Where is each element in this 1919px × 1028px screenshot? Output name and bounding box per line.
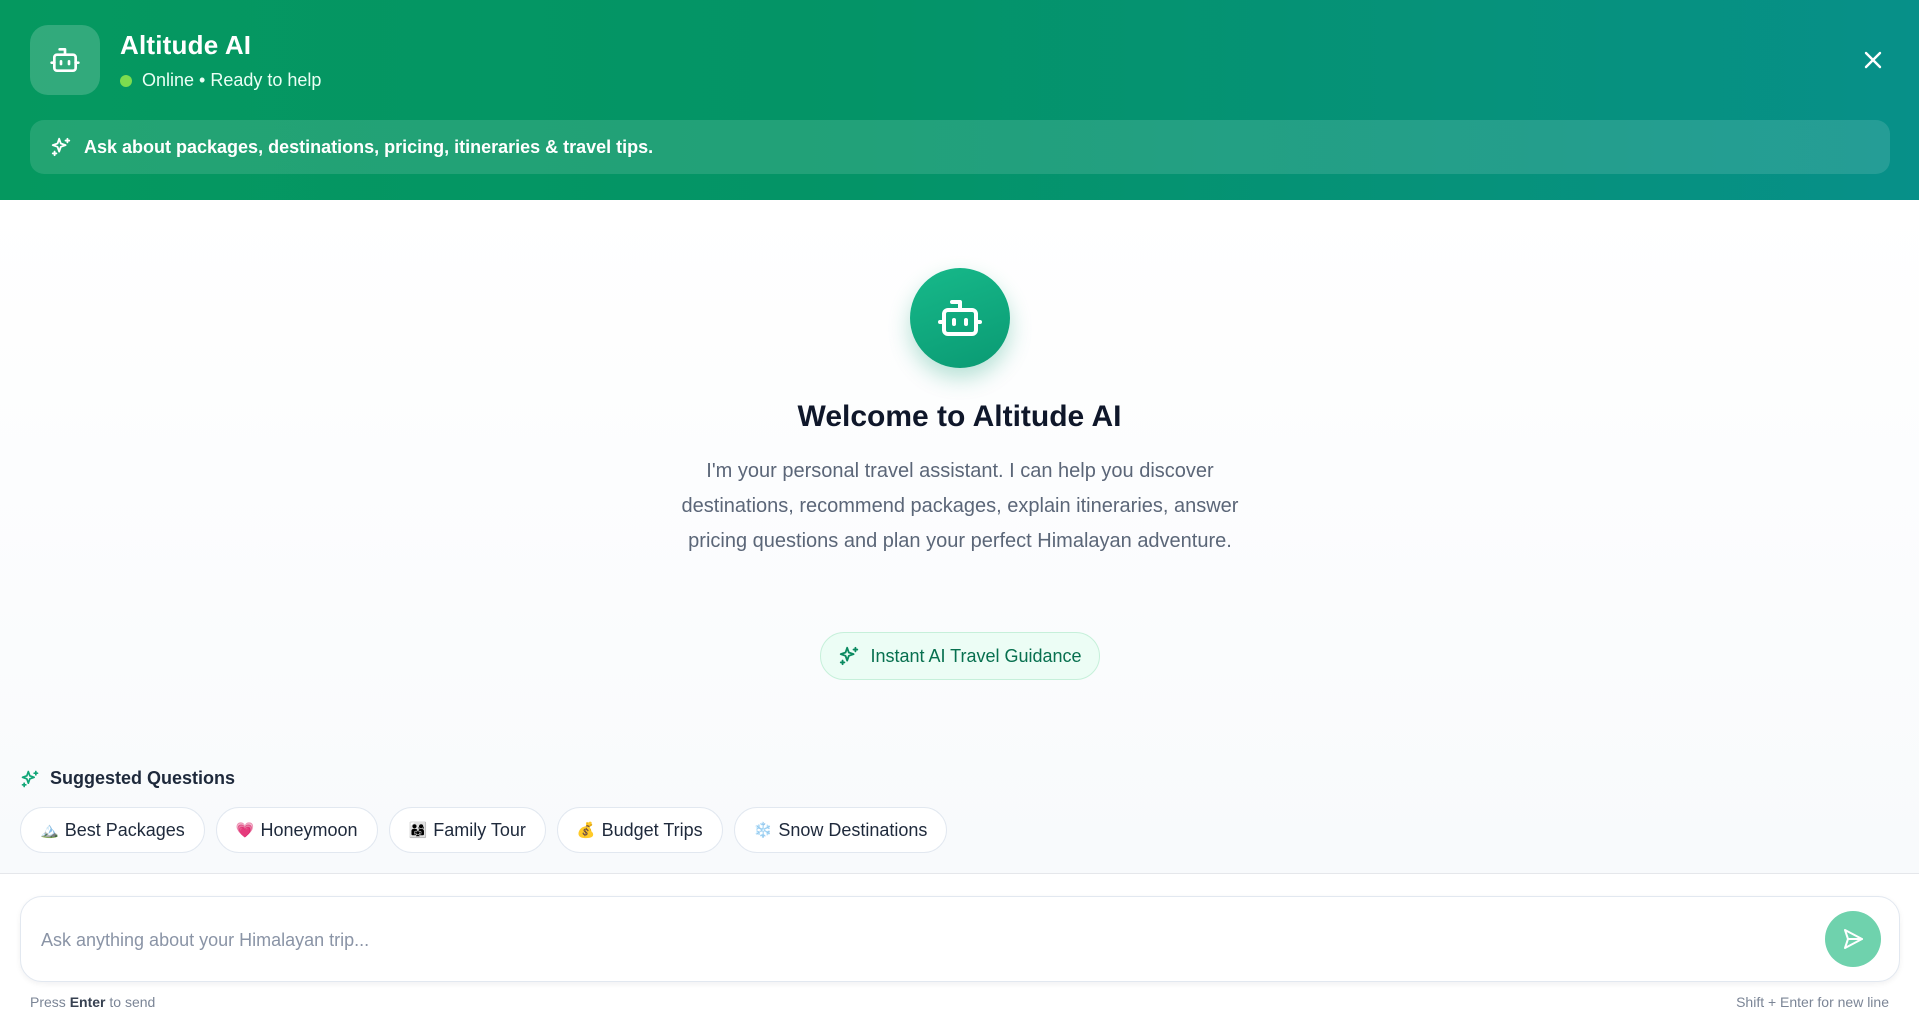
- money-bag-icon: 💰: [576, 822, 596, 839]
- welcome-title: Welcome to Altitude AI: [797, 400, 1122, 433]
- guidance-badge-label: Instant AI Travel Guidance: [870, 645, 1082, 666]
- chip-label: Snow Destinations: [778, 819, 928, 840]
- send-hint-prefix: Press: [30, 994, 66, 1010]
- send-icon: [1844, 929, 1863, 949]
- mountain-icon: 🏔️: [40, 822, 59, 839]
- bot-avatar-tile: [30, 25, 100, 95]
- hint-text: Ask about packages, destinations, pricin…: [84, 136, 654, 157]
- sparkles-icon: [51, 137, 71, 157]
- close-button[interactable]: [1855, 42, 1891, 78]
- suggested-questions-title: Suggested Questions: [50, 768, 236, 788]
- welcome-description: I'm your personal travel assistant. I ca…: [681, 460, 1239, 552]
- app-title: Altitude AI: [120, 30, 252, 60]
- status-indicator: Online • Ready to help: [120, 70, 321, 91]
- snowflake-icon: ❄️: [753, 822, 773, 839]
- family-icon: 👨‍👩‍👧: [408, 822, 428, 839]
- send-hint-key: Enter: [69, 994, 106, 1010]
- message-composer: [20, 896, 1900, 982]
- suggestion-chip-snow-destinations[interactable]: ❄️ Snow Destinations: [733, 807, 948, 853]
- send-hint-suffix: to send: [109, 994, 156, 1010]
- heart-icon: 💗: [235, 822, 255, 839]
- chat-header: Altitude AI Online • Ready to help Ask a…: [0, 0, 1919, 200]
- message-input[interactable]: [41, 917, 1801, 963]
- welcome-bot-avatar: [910, 268, 1010, 368]
- guidance-badge: Instant AI Travel Guidance: [820, 632, 1100, 680]
- online-dot: [120, 74, 132, 87]
- chip-label: Family Tour: [433, 819, 526, 840]
- suggestion-chip-honeymoon[interactable]: 💗 Honeymoon: [215, 807, 378, 853]
- chip-label: Honeymoon: [260, 819, 358, 840]
- suggestion-chip-best-packages[interactable]: 🏔️ Best Packages: [20, 807, 205, 853]
- chip-label: Best Packages: [64, 819, 185, 840]
- suggestion-chip-budget-trips[interactable]: 💰 Budget Trips: [556, 807, 723, 853]
- sparkles-icon: [840, 646, 859, 666]
- suggestion-chips: 🏔️ Best Packages 💗 Honeymoon 👨‍👩‍👧 Famil…: [20, 807, 948, 853]
- newline-hint: Shift + Enter for new line: [1736, 994, 1889, 1010]
- send-button[interactable]: [1825, 911, 1881, 967]
- send-hint: Press Enter to send: [30, 994, 155, 1010]
- chat-body: Welcome to Altitude AI I'm your personal…: [0, 200, 1919, 873]
- suggestion-chip-family-tour[interactable]: 👨‍👩‍👧 Family Tour: [388, 807, 546, 853]
- hint-banner: Ask about packages, destinations, pricin…: [30, 120, 1890, 174]
- close-icon: [1864, 51, 1882, 69]
- sparkles-icon: [21, 770, 39, 787]
- bot-icon: [938, 300, 982, 336]
- status-text: Online • Ready to help: [142, 70, 322, 90]
- composer-area: Press Enter to send Shift + Enter for ne…: [0, 873, 1919, 1028]
- bot-icon: [50, 48, 80, 72]
- suggested-questions-heading: Suggested Questions: [20, 768, 235, 789]
- chip-label: Budget Trips: [601, 819, 703, 840]
